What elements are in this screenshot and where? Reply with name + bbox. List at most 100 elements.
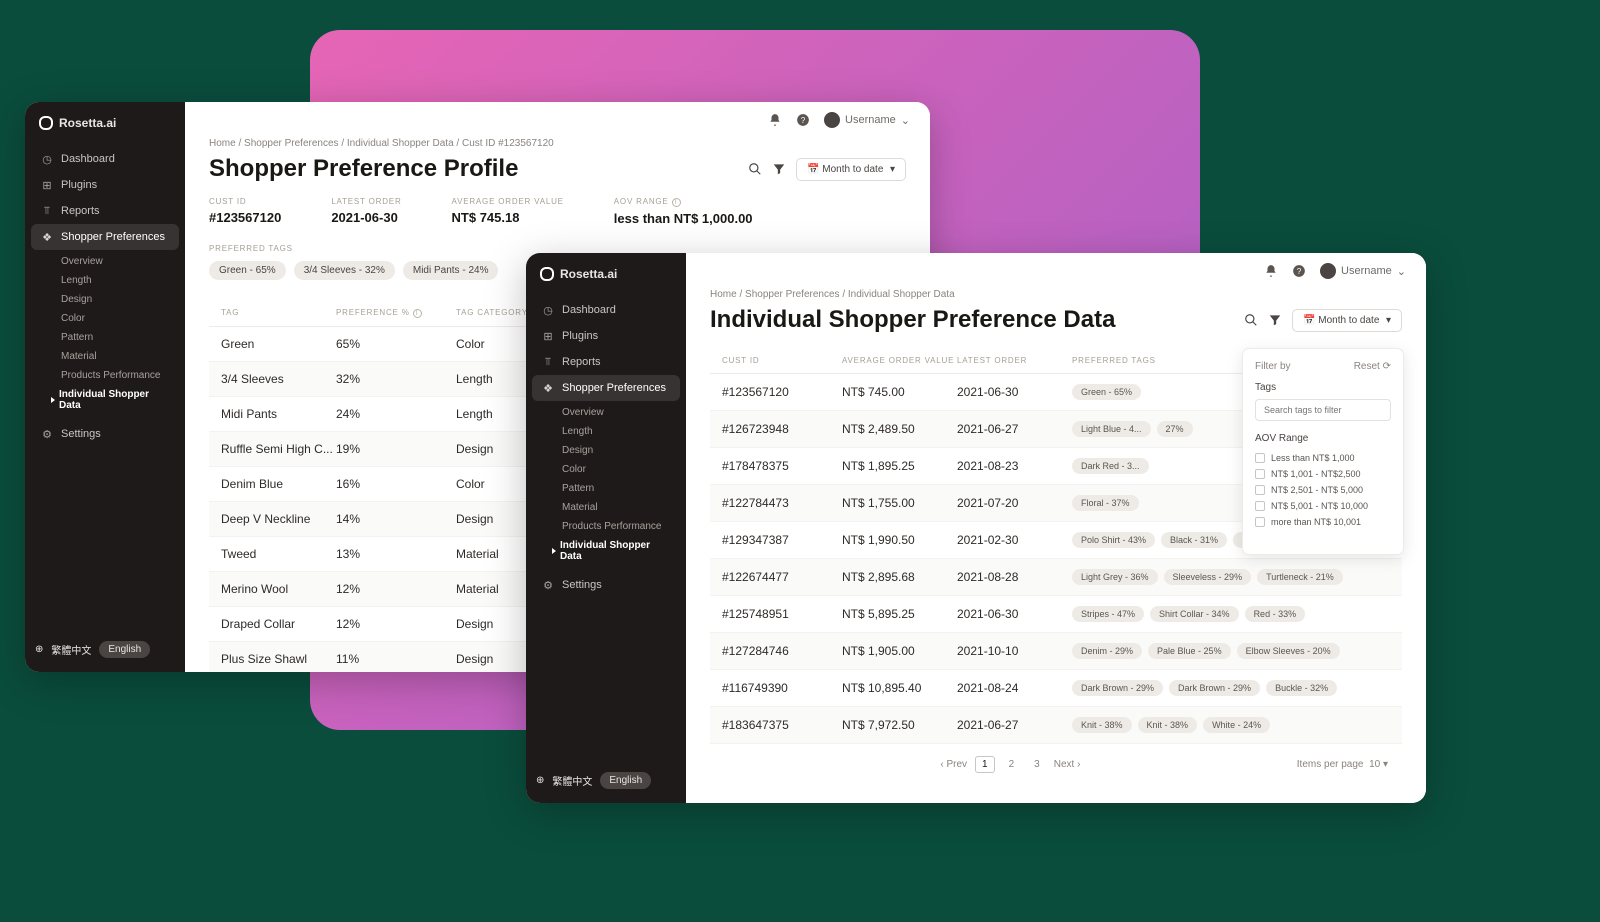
nav-reports[interactable]: ⫪Reports <box>31 198 179 224</box>
subnav-color[interactable]: Color <box>55 309 179 328</box>
search-icon[interactable] <box>1244 313 1258 327</box>
page-1[interactable]: 1 <box>975 756 995 773</box>
tag-chip[interactable]: White - 24% <box>1203 717 1270 733</box>
nav-settings[interactable]: ⚙Settings <box>31 421 179 447</box>
subnav-length[interactable]: Length <box>556 422 680 441</box>
nav-shopper-prefs[interactable]: ❖Shopper Preferences <box>532 375 680 401</box>
breadcrumb-item[interactable]: Shopper Preferences <box>745 289 840 300</box>
subnav-pattern[interactable]: Pattern <box>556 479 680 498</box>
info-icon[interactable]: i <box>413 309 422 318</box>
breadcrumb-item[interactable]: Individual Shopper Data <box>848 289 955 300</box>
tag-chip[interactable]: Black - 31% <box>1161 532 1227 548</box>
subnav-products-performance[interactable]: Products Performance <box>556 517 680 536</box>
nav-dashboard[interactable]: ◷Dashboard <box>31 146 179 172</box>
help-icon[interactable]: ? <box>1292 264 1306 278</box>
tag-chip[interactable]: Knit - 38% <box>1138 717 1198 733</box>
subnav-color[interactable]: Color <box>556 460 680 479</box>
search-icon[interactable] <box>748 162 762 176</box>
section-label: PREFERRED TAGS <box>209 244 906 253</box>
subnav-individual-shopper-data[interactable]: Individual Shopper Data <box>556 536 680 566</box>
bell-icon[interactable] <box>1264 264 1278 278</box>
subnav-pattern[interactable]: Pattern <box>55 328 179 347</box>
tag-chip[interactable]: Dark Brown - 29% <box>1072 680 1163 696</box>
tag-chip[interactable]: Denim - 29% <box>1072 643 1142 659</box>
table-row[interactable]: #125748951NT$ 5,895.252021-06-30Stripes … <box>710 596 1402 633</box>
subnav-material[interactable]: Material <box>55 347 179 366</box>
tag-pill[interactable]: Green - 65% <box>209 261 286 280</box>
logo[interactable]: Rosetta.ai <box>25 102 185 140</box>
nav-settings[interactable]: ⚙Settings <box>532 572 680 598</box>
tag-chip[interactable]: Light Grey - 36% <box>1072 569 1158 585</box>
filter-icon[interactable] <box>772 162 786 176</box>
checkbox-icon <box>1255 453 1265 463</box>
subnav-overview[interactable]: Overview <box>556 403 680 422</box>
tag-chip[interactable]: 27% <box>1157 421 1193 437</box>
subnav-material[interactable]: Material <box>556 498 680 517</box>
lang-zh[interactable]: 繁體中文 <box>51 642 91 657</box>
nav-plugins[interactable]: ⊞Plugins <box>31 172 179 198</box>
filter-aov-label: AOV Range <box>1255 433 1391 444</box>
tag-chip[interactable]: Light Blue - 4... <box>1072 421 1151 437</box>
tag-chip[interactable]: Dark Red - 3... <box>1072 458 1149 474</box>
breadcrumb-item[interactable]: Home <box>209 138 236 149</box>
items-per-page[interactable]: Items per page 10 ▾ <box>1297 759 1388 770</box>
subnav-overview[interactable]: Overview <box>55 252 179 271</box>
subnav-individual-shopper-data[interactable]: Individual Shopper Data <box>55 385 179 415</box>
page-3[interactable]: 3 <box>1028 757 1046 772</box>
breadcrumb-item[interactable]: Shopper Preferences <box>244 138 339 149</box>
th-cust: CUST ID <box>722 356 842 365</box>
breadcrumb-item[interactable]: Individual Shopper Data <box>347 138 454 149</box>
tags-search-input[interactable] <box>1255 399 1391 421</box>
aov-option[interactable]: NT$ 1,001 - NT$2,500 <box>1255 466 1391 482</box>
reset-button[interactable]: Reset ⟳ <box>1354 361 1391 372</box>
subnav-products-performance[interactable]: Products Performance <box>55 366 179 385</box>
tag-chip[interactable]: Red - 33% <box>1245 606 1306 622</box>
tag-chip[interactable]: Stripes - 47% <box>1072 606 1144 622</box>
help-icon[interactable]: ? <box>796 113 810 127</box>
lang-en[interactable]: English <box>600 772 651 789</box>
prev-button[interactable]: ‹ Prev <box>940 759 967 770</box>
date-range-select[interactable]: 📅 Month to date▾ <box>796 158 906 181</box>
tag-chip[interactable]: Shirt Collar - 34% <box>1150 606 1239 622</box>
page-2[interactable]: 2 <box>1003 757 1021 772</box>
subnav-length[interactable]: Length <box>55 271 179 290</box>
aov-option[interactable]: NT$ 2,501 - NT$ 5,000 <box>1255 482 1391 498</box>
tag-chip[interactable]: Polo Shirt - 43% <box>1072 532 1155 548</box>
table-row[interactable]: #116749390NT$ 10,895.402021-08-24Dark Br… <box>710 670 1402 707</box>
lang-zh[interactable]: 繁體中文 <box>552 773 592 788</box>
aov-option[interactable]: NT$ 5,001 - NT$ 10,000 <box>1255 498 1391 514</box>
table-row[interactable]: #183647375NT$ 7,972.502021-06-27Knit - 3… <box>710 707 1402 744</box>
bell-icon[interactable] <box>768 113 782 127</box>
user-menu[interactable]: Username⌄ <box>824 112 910 128</box>
tag-chip[interactable]: Green - 65% <box>1072 384 1141 400</box>
user-menu[interactable]: Username⌄ <box>1320 263 1406 279</box>
logo[interactable]: Rosetta.ai <box>526 253 686 291</box>
tag-chip[interactable]: Turtleneck - 21% <box>1257 569 1343 585</box>
tag-pill[interactable]: Midi Pants - 24% <box>403 261 499 280</box>
breadcrumb-item[interactable]: Cust ID #123567120 <box>462 138 554 149</box>
breadcrumb-item[interactable]: Home <box>710 289 737 300</box>
tag-chip[interactable]: Buckle - 32% <box>1266 680 1337 696</box>
table-row[interactable]: #127284746NT$ 1,905.002021-10-10Denim - … <box>710 633 1402 670</box>
aov-option[interactable]: more than NT$ 10,001 <box>1255 514 1391 530</box>
nav-shopper-prefs[interactable]: ❖Shopper Preferences <box>31 224 179 250</box>
tag-chip[interactable]: Elbow Sleeves - 20% <box>1237 643 1340 659</box>
subnav-design[interactable]: Design <box>556 441 680 460</box>
nav-plugins[interactable]: ⊞Plugins <box>532 323 680 349</box>
subnav-design[interactable]: Design <box>55 290 179 309</box>
tag-pill[interactable]: 3/4 Sleeves - 32% <box>294 261 395 280</box>
filter-icon[interactable] <box>1268 313 1282 327</box>
lang-en[interactable]: English <box>99 641 150 658</box>
tag-chip[interactable]: Sleeveless - 29% <box>1164 569 1252 585</box>
info-icon[interactable]: i <box>672 198 681 207</box>
aov-option[interactable]: Less than NT$ 1,000 <box>1255 450 1391 466</box>
nav-dashboard[interactable]: ◷Dashboard <box>532 297 680 323</box>
tag-chip[interactable]: Pale Blue - 25% <box>1148 643 1231 659</box>
nav-reports[interactable]: ⫪Reports <box>532 349 680 375</box>
next-button[interactable]: Next › <box>1054 759 1081 770</box>
tag-chip[interactable]: Dark Brown - 29% <box>1169 680 1260 696</box>
tag-chip[interactable]: Knit - 38% <box>1072 717 1132 733</box>
table-row[interactable]: #122674477NT$ 2,895.682021-08-28Light Gr… <box>710 559 1402 596</box>
date-range-select[interactable]: 📅 Month to date▾ <box>1292 309 1402 332</box>
tag-chip[interactable]: Floral - 37% <box>1072 495 1139 511</box>
